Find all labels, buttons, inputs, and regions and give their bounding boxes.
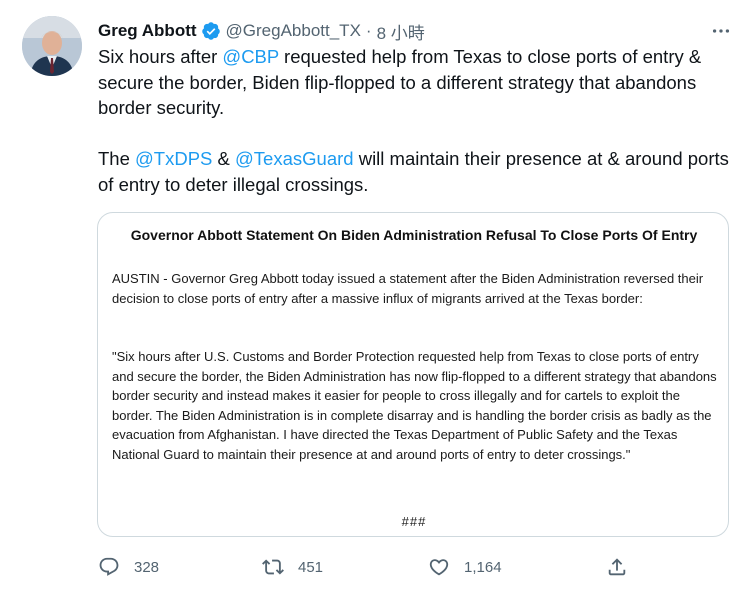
tweet: Greg Abbott @GregAbbott_TX · 8 小時 Six ho… xyxy=(0,0,750,593)
author-handle[interactable]: @GregAbbott_TX xyxy=(226,21,361,41)
attached-statement-image[interactable]: Governor Abbott Statement On Biden Admin… xyxy=(97,212,729,537)
tweet-header: Greg Abbott @GregAbbott_TX · 8 小時 xyxy=(98,19,425,43)
retweet-button[interactable]: 451 xyxy=(262,552,323,582)
statement-footer: ### xyxy=(401,514,427,529)
like-button[interactable]: 1,164 xyxy=(428,552,502,582)
author-name[interactable]: Greg Abbott xyxy=(98,21,197,41)
mention-link-texasguard[interactable]: @TexasGuard xyxy=(235,148,354,169)
avatar[interactable] xyxy=(22,16,82,76)
statement-paragraph-2: "Six hours after U.S. Customs and Border… xyxy=(112,349,717,462)
separator-dot: · xyxy=(365,21,372,40)
text-segment: The xyxy=(98,148,136,169)
like-count: 1,164 xyxy=(464,558,502,576)
share-icon xyxy=(606,556,628,578)
share-button[interactable] xyxy=(606,552,628,582)
reply-button[interactable]: 328 xyxy=(98,552,159,582)
heart-icon xyxy=(428,556,450,578)
retweet-count: 451 xyxy=(298,558,324,576)
text-segment: Six hours after xyxy=(98,46,223,67)
timestamp[interactable]: 8 小時 xyxy=(377,19,425,44)
tweet-paragraph-2: The @TxDPS & @TexasGuard will maintain t… xyxy=(98,146,738,197)
reply-icon xyxy=(98,556,120,578)
statement-paragraph-1: AUSTIN - Governor Greg Abbott today issu… xyxy=(112,271,704,306)
reply-count: 328 xyxy=(134,558,160,576)
verified-badge-icon xyxy=(201,21,221,41)
retweet-icon xyxy=(262,556,284,578)
action-bar: 328 451 1,164 xyxy=(0,552,750,582)
tweet-text: Six hours after @CBP requested help from… xyxy=(98,44,738,197)
text-segment: & xyxy=(212,148,236,169)
more-options-icon[interactable] xyxy=(706,18,736,44)
mention-link-txdps[interactable]: @TxDPS xyxy=(135,148,212,169)
statement-title: Governor Abbott Statement On Biden Admin… xyxy=(130,227,698,243)
tweet-paragraph-1: Six hours after @CBP requested help from… xyxy=(98,44,738,121)
mention-link-cbp[interactable]: @CBP xyxy=(222,46,279,67)
